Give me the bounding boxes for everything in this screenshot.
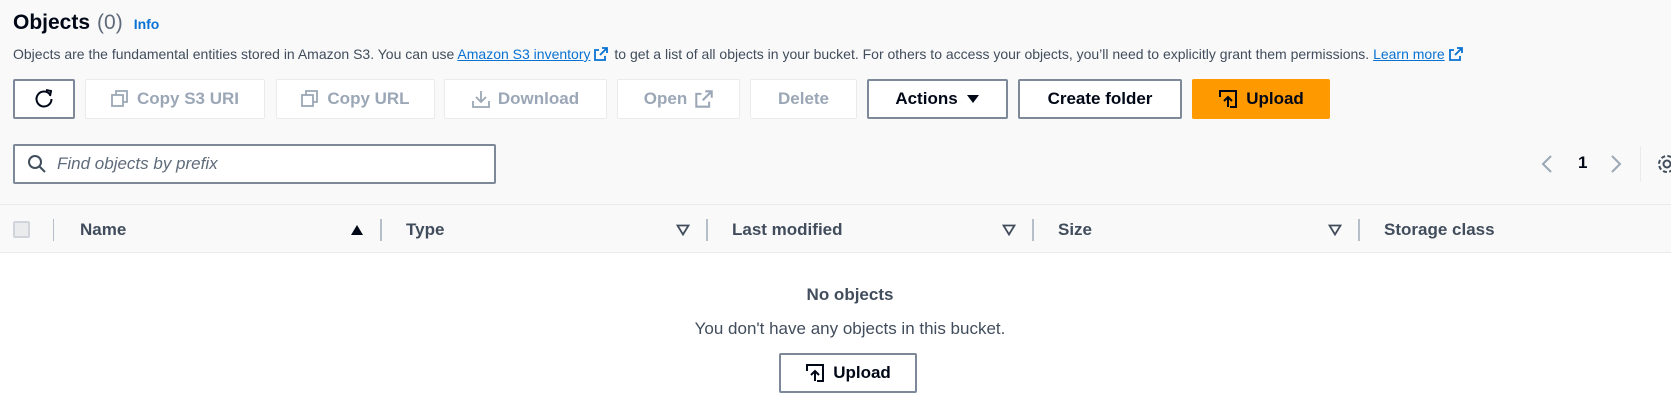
sort-icon[interactable] bbox=[1002, 224, 1016, 236]
refresh-icon bbox=[35, 89, 53, 108]
refresh-button[interactable] bbox=[13, 79, 75, 119]
column-label: Type bbox=[406, 219, 445, 239]
column-label: Last modified bbox=[732, 219, 843, 239]
upload-icon bbox=[1219, 90, 1238, 108]
download-label: Download bbox=[497, 89, 580, 108]
learn-more-link[interactable]: Learn more bbox=[1373, 46, 1445, 62]
column-divider bbox=[1358, 219, 1360, 241]
copy-url-label: Copy URL bbox=[327, 89, 410, 108]
external-link-icon bbox=[695, 90, 713, 108]
column-divider bbox=[380, 219, 382, 241]
column-header-type[interactable]: Type bbox=[406, 205, 444, 254]
upload-button[interactable]: Upload bbox=[1192, 79, 1330, 119]
external-link-icon bbox=[1448, 47, 1463, 61]
actions-dropdown[interactable]: Actions bbox=[867, 79, 1008, 119]
column-header-size[interactable]: Size bbox=[1058, 205, 1092, 254]
column-label: Size bbox=[1058, 219, 1093, 239]
empty-upload-button[interactable]: Upload bbox=[779, 353, 917, 393]
column-label: Storage class bbox=[1384, 219, 1495, 239]
column-header-last-modified[interactable]: Last modified bbox=[732, 205, 843, 254]
next-page-icon[interactable] bbox=[1610, 154, 1622, 174]
create-folder-button[interactable]: Create folder bbox=[1018, 79, 1182, 119]
description-text: Objects are the fundamental entities sto… bbox=[13, 46, 458, 62]
inventory-link[interactable]: Amazon S3 inventory bbox=[457, 46, 590, 62]
sort-icon[interactable] bbox=[676, 224, 690, 236]
column-header-name[interactable]: Name bbox=[80, 205, 126, 254]
sort-icon[interactable] bbox=[1328, 224, 1342, 236]
gear-icon[interactable] bbox=[1656, 153, 1671, 175]
description-text-2: to get a list of all objects in your buc… bbox=[610, 46, 1374, 62]
page-title: Objects bbox=[13, 11, 91, 34]
copy-s3-uri-label: Copy S3 URI bbox=[136, 89, 240, 108]
description: Objects are the fundamental entities sto… bbox=[13, 46, 1465, 62]
column-header-storage-class[interactable]: Storage class bbox=[1384, 205, 1495, 254]
column-divider bbox=[1032, 219, 1034, 241]
open-button[interactable]: Open bbox=[617, 79, 740, 119]
select-all-checkbox[interactable] bbox=[13, 221, 30, 238]
table-header: Name Type Last modified Size Storage cla… bbox=[0, 204, 1671, 253]
previous-page-icon[interactable] bbox=[1541, 154, 1553, 174]
upload-icon bbox=[806, 364, 825, 382]
empty-state-message: You don't have any objects in this bucke… bbox=[694, 319, 1006, 338]
external-link-icon bbox=[594, 47, 609, 61]
sort-ascending-icon[interactable] bbox=[350, 224, 364, 236]
upload-label: Upload bbox=[1246, 89, 1304, 108]
create-folder-label: Create folder bbox=[1047, 89, 1153, 108]
empty-state-title: No objects bbox=[806, 285, 894, 304]
search-input[interactable] bbox=[57, 154, 477, 174]
download-icon bbox=[471, 91, 490, 108]
column-label: Name bbox=[80, 219, 127, 239]
search-icon bbox=[28, 155, 46, 173]
caret-down-icon bbox=[966, 95, 979, 103]
pager-divider bbox=[1640, 146, 1641, 182]
upload-label: Upload bbox=[833, 363, 891, 382]
delete-label: Delete bbox=[777, 89, 830, 108]
copy-url-button[interactable]: Copy URL bbox=[276, 79, 435, 119]
actions-label: Actions bbox=[895, 89, 958, 108]
object-count: (0) bbox=[97, 11, 123, 34]
copy-icon bbox=[301, 90, 319, 107]
delete-button[interactable]: Delete bbox=[750, 79, 857, 119]
download-button[interactable]: Download bbox=[444, 79, 607, 119]
search-box[interactable] bbox=[13, 144, 496, 184]
info-link[interactable]: Info bbox=[134, 16, 160, 32]
copy-icon bbox=[111, 90, 128, 107]
column-divider bbox=[53, 219, 54, 241]
current-page-number[interactable]: 1 bbox=[1578, 153, 1587, 173]
copy-s3-uri-button[interactable]: Copy S3 URI bbox=[85, 79, 265, 119]
page-header: Objects (0) Info bbox=[13, 11, 159, 35]
open-label: Open bbox=[643, 89, 688, 108]
column-divider bbox=[706, 219, 708, 241]
